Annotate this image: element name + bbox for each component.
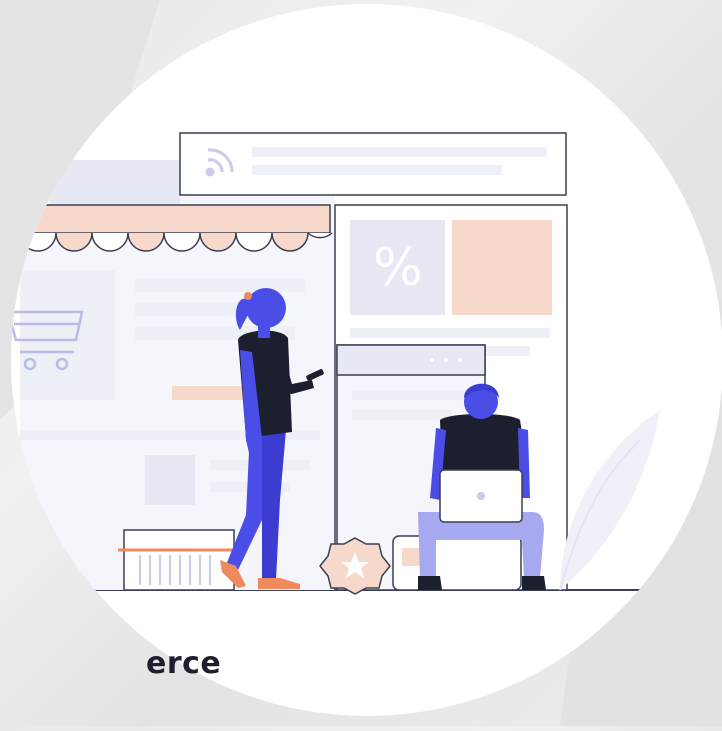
shop-awning	[19, 232, 333, 252]
star-badge-icon	[319, 537, 391, 595]
ecommerce-illustration: %	[0, 0, 722, 726]
illustration-stage: % erce	[0, 0, 722, 726]
laptop-icon	[439, 469, 523, 523]
caption-text: erce	[146, 646, 222, 681]
basket	[118, 529, 240, 591]
percent-icon: %	[373, 238, 422, 298]
